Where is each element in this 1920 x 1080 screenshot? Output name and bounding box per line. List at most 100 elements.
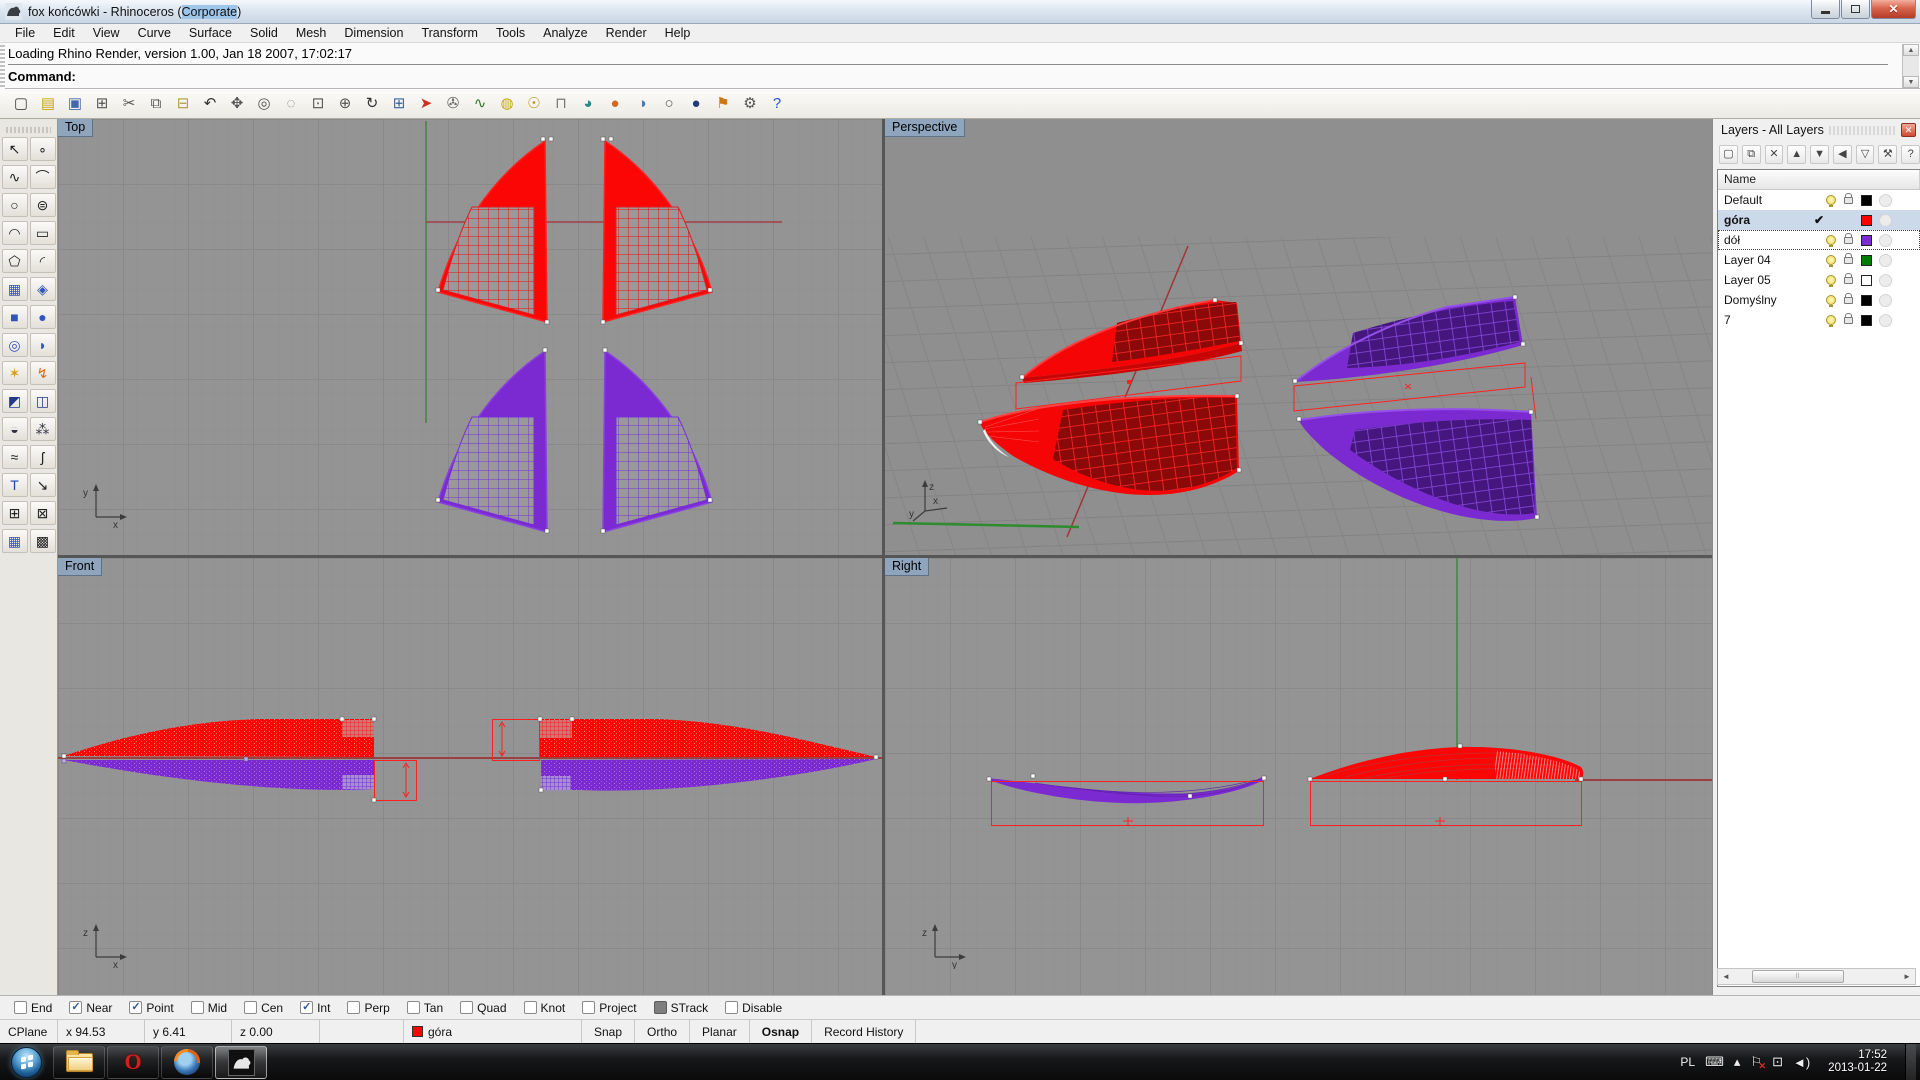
layer-name[interactable]: 7	[1724, 313, 1812, 327]
spray-button[interactable]: ✇	[440, 91, 466, 116]
ellipse-tool[interactable]: ⊜	[30, 193, 56, 217]
pan-button[interactable]: ✥	[224, 91, 250, 116]
checkbox[interactable]	[654, 1001, 667, 1014]
palette-grip[interactable]	[6, 127, 51, 133]
status-pane[interactable]: Ortho	[635, 1020, 690, 1043]
torus-tool[interactable]: ◎	[2, 333, 28, 357]
collapse-button[interactable]: ◀	[1833, 145, 1852, 164]
point-cloud-tool[interactable]: ⁂	[30, 417, 56, 441]
shaded-view-button[interactable]: ◕	[575, 91, 601, 116]
layer-color-swatch[interactable]	[1861, 275, 1872, 286]
polygon-tool[interactable]: ⬠	[2, 249, 28, 273]
menu-item[interactable]: Curve	[129, 24, 180, 42]
continuity-tool[interactable]: ʃ	[30, 445, 56, 469]
menu-item[interactable]: Dimension	[335, 24, 412, 42]
osnap-toggle[interactable]: Near	[69, 1001, 112, 1015]
viewport-layout-button[interactable]: ⊞	[386, 91, 412, 116]
paste-button[interactable]: ⊟	[170, 91, 196, 116]
menu-item[interactable]: Help	[656, 24, 700, 42]
layer-material-icon[interactable]	[1879, 294, 1892, 307]
scroll-right-icon[interactable]: ►	[1899, 969, 1915, 984]
maximize-button[interactable]	[1841, 0, 1870, 19]
language-indicator[interactable]: PL	[1680, 1055, 1695, 1069]
leader-tool[interactable]: ↘	[30, 473, 56, 497]
viewport-perspective[interactable]: Perspective z x y	[885, 119, 1712, 555]
checkbox[interactable]	[460, 1001, 473, 1014]
control-point-curve-tool[interactable]: ∿	[2, 165, 28, 189]
arc-tool[interactable]: ◠	[2, 221, 28, 245]
menu-item[interactable]: Transform	[412, 24, 487, 42]
point-tool[interactable]: ∘	[30, 137, 56, 161]
explode-tool[interactable]: ✶	[2, 361, 28, 385]
surface-network-tool[interactable]: ▦	[2, 277, 28, 301]
smash-tool[interactable]: ↯	[30, 361, 56, 385]
layer-lock-icon[interactable]	[1844, 237, 1853, 244]
layer-color-swatch[interactable]	[1861, 255, 1872, 266]
command-area-grip[interactable]	[0, 43, 5, 89]
viewport-label-top[interactable]: Top	[58, 119, 93, 137]
status-pane[interactable]: Planar	[690, 1020, 750, 1043]
layer-name[interactable]: Layer 05	[1724, 273, 1812, 287]
checkbox[interactable]	[69, 1001, 82, 1014]
menu-item[interactable]: Surface	[180, 24, 241, 42]
command-prompt[interactable]: Command:	[8, 66, 76, 88]
zoom-dynamic-button[interactable]: ◎	[251, 91, 277, 116]
layer-color-swatch[interactable]	[1861, 195, 1872, 206]
command-area[interactable]: Loading Rhino Render, version 1.00, Jan …	[0, 43, 1920, 89]
menu-item[interactable]: Tools	[487, 24, 534, 42]
surface-patch-tool[interactable]: ◈	[30, 277, 56, 301]
cplane-cell[interactable]: CPlane	[0, 1020, 58, 1043]
box-tool[interactable]: ■	[2, 305, 28, 329]
osnap-toggle[interactable]: STrack	[654, 1001, 709, 1015]
sphere-tool[interactable]: ●	[30, 305, 56, 329]
layer-material-icon[interactable]	[1879, 254, 1892, 267]
status-pane[interactable]: Osnap	[750, 1020, 812, 1043]
checkbox[interactable]	[725, 1001, 738, 1014]
taskbar-opera-button[interactable]: O	[107, 1046, 159, 1079]
checkbox[interactable]	[14, 1001, 27, 1014]
close-button[interactable]: ✕	[1871, 0, 1916, 19]
menu-item[interactable]: Mesh	[287, 24, 336, 42]
status-pane[interactable]: Snap	[582, 1020, 635, 1043]
layer-visibility-bulb-icon[interactable]	[1826, 315, 1836, 325]
viewport-label-front[interactable]: Front	[58, 558, 102, 576]
layer-lock-icon[interactable]	[1844, 297, 1853, 304]
layer-visibility-bulb-icon[interactable]	[1826, 255, 1836, 265]
command-scrollbar[interactable]: ▲ ▼	[1902, 44, 1919, 88]
bend-surface-tool[interactable]: ◗	[30, 333, 56, 357]
select-tool[interactable]: ↖	[2, 137, 28, 161]
layer-row[interactable]: Domyślny ✔	[1718, 290, 1920, 310]
osnap-toggle[interactable]: Int	[300, 1001, 330, 1015]
print-button[interactable]: ⊞	[89, 91, 115, 116]
blend-colors-tool[interactable]: ◒	[2, 417, 28, 441]
text-tool[interactable]: T	[2, 473, 28, 497]
zoom-window-button[interactable]: ⊡	[305, 91, 331, 116]
layer-visibility-bulb-icon[interactable]	[1826, 275, 1836, 285]
show-desktop-button[interactable]	[1905, 1044, 1916, 1080]
osnap-toggle[interactable]: Perp	[347, 1001, 389, 1015]
move-down-button[interactable]: ▼	[1810, 145, 1829, 164]
fillet-corner-tool[interactable]: ◜	[30, 249, 56, 273]
trim-tool[interactable]: ◩	[2, 389, 28, 413]
layer-row[interactable]: dół ✔	[1718, 230, 1920, 250]
scroll-left-icon[interactable]: ◄	[1718, 969, 1734, 984]
network-tray-icon[interactable]: ⊡	[1772, 1054, 1783, 1070]
layers-panel-grip[interactable]	[1829, 126, 1896, 135]
osnap-toggle[interactable]: End	[14, 1001, 52, 1015]
layer-name[interactable]: Domyślny	[1724, 293, 1812, 307]
layer-name[interactable]: dół	[1724, 233, 1812, 247]
volume-tray-icon[interactable]: ◄)	[1793, 1055, 1810, 1070]
layer-material-icon[interactable]	[1879, 214, 1892, 227]
viewport-top[interactable]: Top y x	[58, 119, 882, 555]
scroll-down-icon[interactable]: ▼	[1903, 76, 1919, 88]
layers-panel-titlebar[interactable]: Layers - All Layers ✕	[1713, 119, 1920, 141]
layer-row[interactable]: góra ✔	[1718, 210, 1920, 230]
render-preview-button[interactable]: ●	[683, 91, 709, 116]
taskbar-clock[interactable]: 17:52 2013-01-22	[1820, 1049, 1895, 1075]
curve-through-points-tool[interactable]: ⌒	[30, 165, 56, 189]
layer-color-swatch[interactable]	[1861, 215, 1872, 226]
layer-material-icon[interactable]	[1879, 314, 1892, 327]
menu-item[interactable]: Render	[597, 24, 656, 42]
circle-tool[interactable]: ○	[2, 193, 28, 217]
scrollbar-thumb[interactable]	[1752, 970, 1844, 983]
